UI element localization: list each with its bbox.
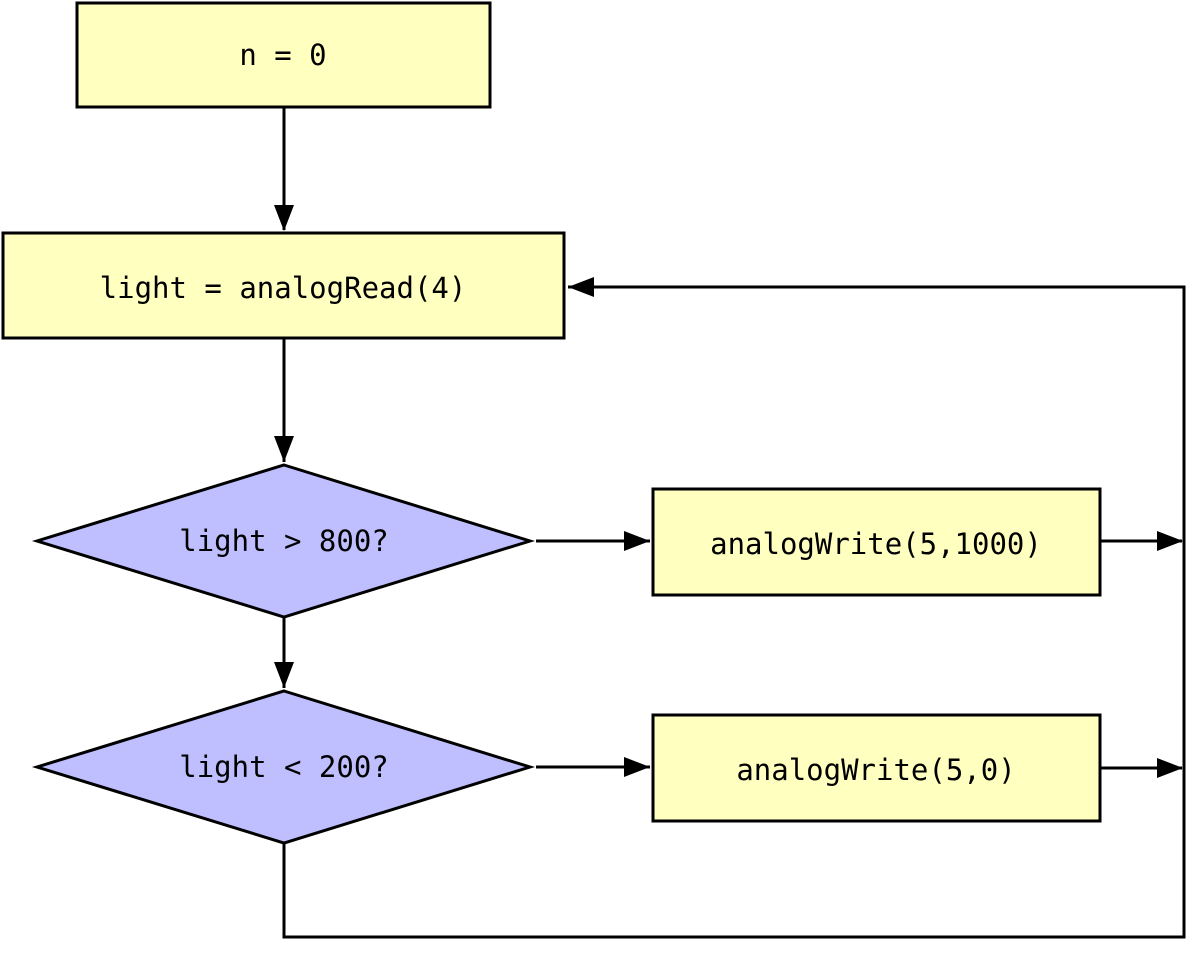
arrowhead-icon — [274, 662, 294, 688]
arrowhead-icon — [1157, 531, 1183, 551]
node-read: light = analogRead(4) — [1, 231, 566, 340]
node-write-high: analogWrite(5,1000) — [651, 487, 1102, 597]
node-check-high-label: light > 800? — [179, 524, 389, 558]
edge-loop-back — [282, 285, 1186, 939]
arrowhead-icon — [1157, 758, 1183, 778]
arrowhead-icon — [274, 205, 294, 231]
node-check-low-label: light < 200? — [179, 750, 389, 784]
node-read-label: light = analogRead(4) — [100, 271, 467, 305]
node-init-label: n = 0 — [239, 38, 326, 72]
node-write-low: analogWrite(5,0) — [651, 713, 1102, 823]
node-write-low-label: analogWrite(5,0) — [736, 753, 1015, 787]
arrowhead-icon — [274, 436, 294, 462]
flowchart: #ah path{transform:scale(1);} n = 0 ligh… — [1, 1, 1186, 939]
arrowhead-icon — [624, 531, 650, 551]
node-check-high: light > 800? — [31, 463, 536, 619]
node-init: n = 0 — [75, 1, 492, 109]
arrowhead-icon — [568, 277, 594, 297]
arrowhead-icon — [624, 757, 650, 777]
node-check-low: light < 200? — [31, 689, 536, 845]
node-write-high-label: analogWrite(5,1000) — [710, 527, 1042, 561]
